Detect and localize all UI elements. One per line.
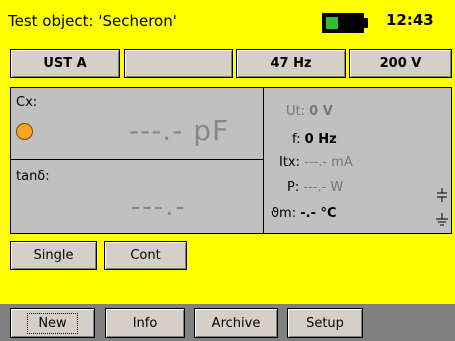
temperature-row: ϑm: -.- °C [271,206,337,221]
primary-results: Cx: ---.- pF tanδ: ---.- [11,88,264,233]
itx-row: Itx: ---.- mA [279,155,353,170]
guard-icon [437,188,447,202]
cont-button[interactable]: Cont [104,241,187,270]
ut-row: Ut: 0 V [286,104,333,119]
f-label: f: [292,132,301,147]
p-row: P: ---.- W [287,180,343,195]
measurement-mode-button[interactable]: UST A [10,49,120,78]
bottom-menu-bar: New Info Archive Setup [0,304,455,341]
temperature-value: -.- °C [300,206,337,221]
setup-button[interactable]: Setup [287,308,363,338]
measurement-panel: Cx: ---.- pF tanδ: ---.- Ut: 0 V f: 0 Hz… [10,87,452,234]
ground-icon [436,213,448,226]
frequency-button[interactable]: 47 Hz [236,49,346,78]
cx-label: Cx: [16,95,38,110]
ut-label: Ut: [286,104,305,119]
battery-icon [322,13,364,33]
p-label: P: [287,180,300,195]
cx-value: ---.- pF [129,114,230,147]
capacitance-section: Cx: ---.- pF [11,88,264,160]
secondary-results: Ut: 0 V f: 0 Hz Itx: ---.- mA P: ---.- W… [265,88,451,233]
info-button[interactable]: Info [105,308,185,338]
test-object-title: Test object: 'Secheron' [8,12,177,30]
blank-parameter-button[interactable] [124,49,233,78]
device-screen: Test object: 'Secheron' 12:43 UST A 47 H… [0,0,455,341]
new-button[interactable]: New [10,308,95,338]
voltage-button[interactable]: 200 V [349,49,452,78]
p-value: ---.- W [303,180,344,195]
clock: 12:43 [386,11,434,29]
archive-button[interactable]: Archive [194,308,278,338]
new-button-label: New [27,312,78,334]
itx-value: ---.- mA [304,155,353,170]
itx-label: Itx: [279,155,301,170]
f-row: f: 0 Hz [292,132,337,147]
single-button[interactable]: Single [10,241,97,270]
tan-delta-label: tanδ: [16,169,50,184]
f-value: 0 Hz [304,132,337,147]
temperature-label: ϑm: [271,206,297,221]
title-bar: Test object: 'Secheron' 12:43 [0,0,455,46]
status-indicator-icon [16,123,33,140]
ut-value: 0 V [309,104,333,119]
battery-level-fill [326,17,338,29]
tan-delta-value: ---.- [131,192,187,222]
battery-cap [364,18,368,28]
